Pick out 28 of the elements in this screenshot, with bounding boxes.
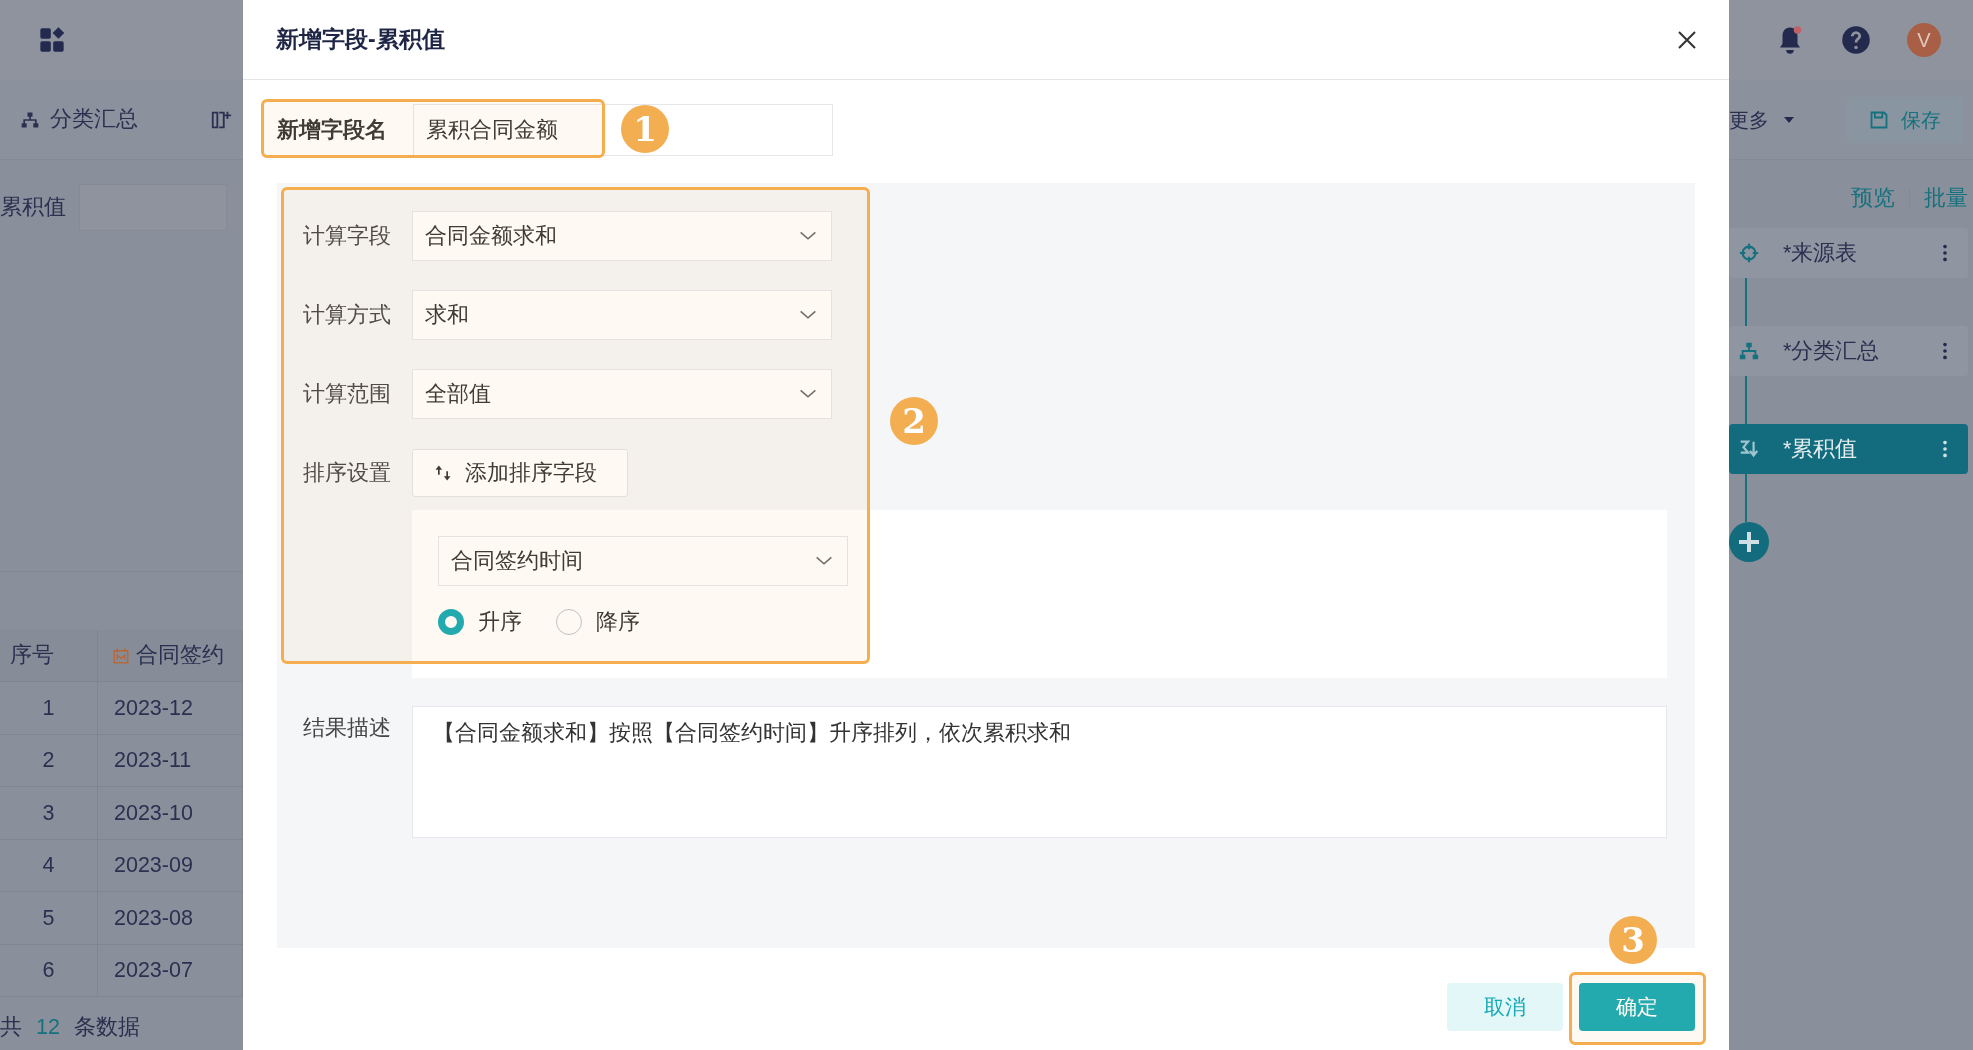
select-value: 求和 — [425, 301, 469, 329]
select-value: 全部值 — [425, 380, 491, 408]
step-badge-overlay: 3 — [1609, 916, 1657, 964]
dialog-title: 新增字段-累积值 — [276, 25, 445, 55]
column-title: 合同签约 — [136, 642, 224, 670]
node-label: *来源表 — [1783, 240, 1859, 268]
table-cell: 1 — [0, 682, 98, 735]
form-label: 计算范围 — [303, 380, 392, 408]
record-count: 12 — [36, 1014, 60, 1041]
column-header: 序号 — [0, 630, 98, 682]
node-label: *累积值 — [1783, 436, 1859, 464]
footer-text: 共 — [0, 1014, 22, 1041]
field-label: 新增字段名 — [277, 116, 388, 144]
table-cell: 5 — [0, 892, 98, 945]
form-label: 排序设置 — [303, 459, 392, 487]
table-cell: 4 — [0, 839, 98, 892]
step-badge-overlay: 1 — [621, 105, 669, 153]
field-label: 累积值 — [0, 194, 66, 222]
table-cell: 6 — [0, 944, 98, 997]
table-cell: 3 — [0, 787, 98, 840]
form-label: 计算字段 — [303, 222, 392, 250]
node-label: *分类汇总 — [1783, 338, 1881, 366]
select-value: 合同金额求和 — [425, 222, 557, 250]
select-value: 合同签约时间 — [451, 547, 583, 575]
footer-text: 条数据 — [73, 1014, 140, 1041]
table-cell: 2 — [0, 734, 98, 787]
form-label: 结果描述 — [303, 715, 392, 742]
form-label: 计算方式 — [303, 301, 392, 329]
